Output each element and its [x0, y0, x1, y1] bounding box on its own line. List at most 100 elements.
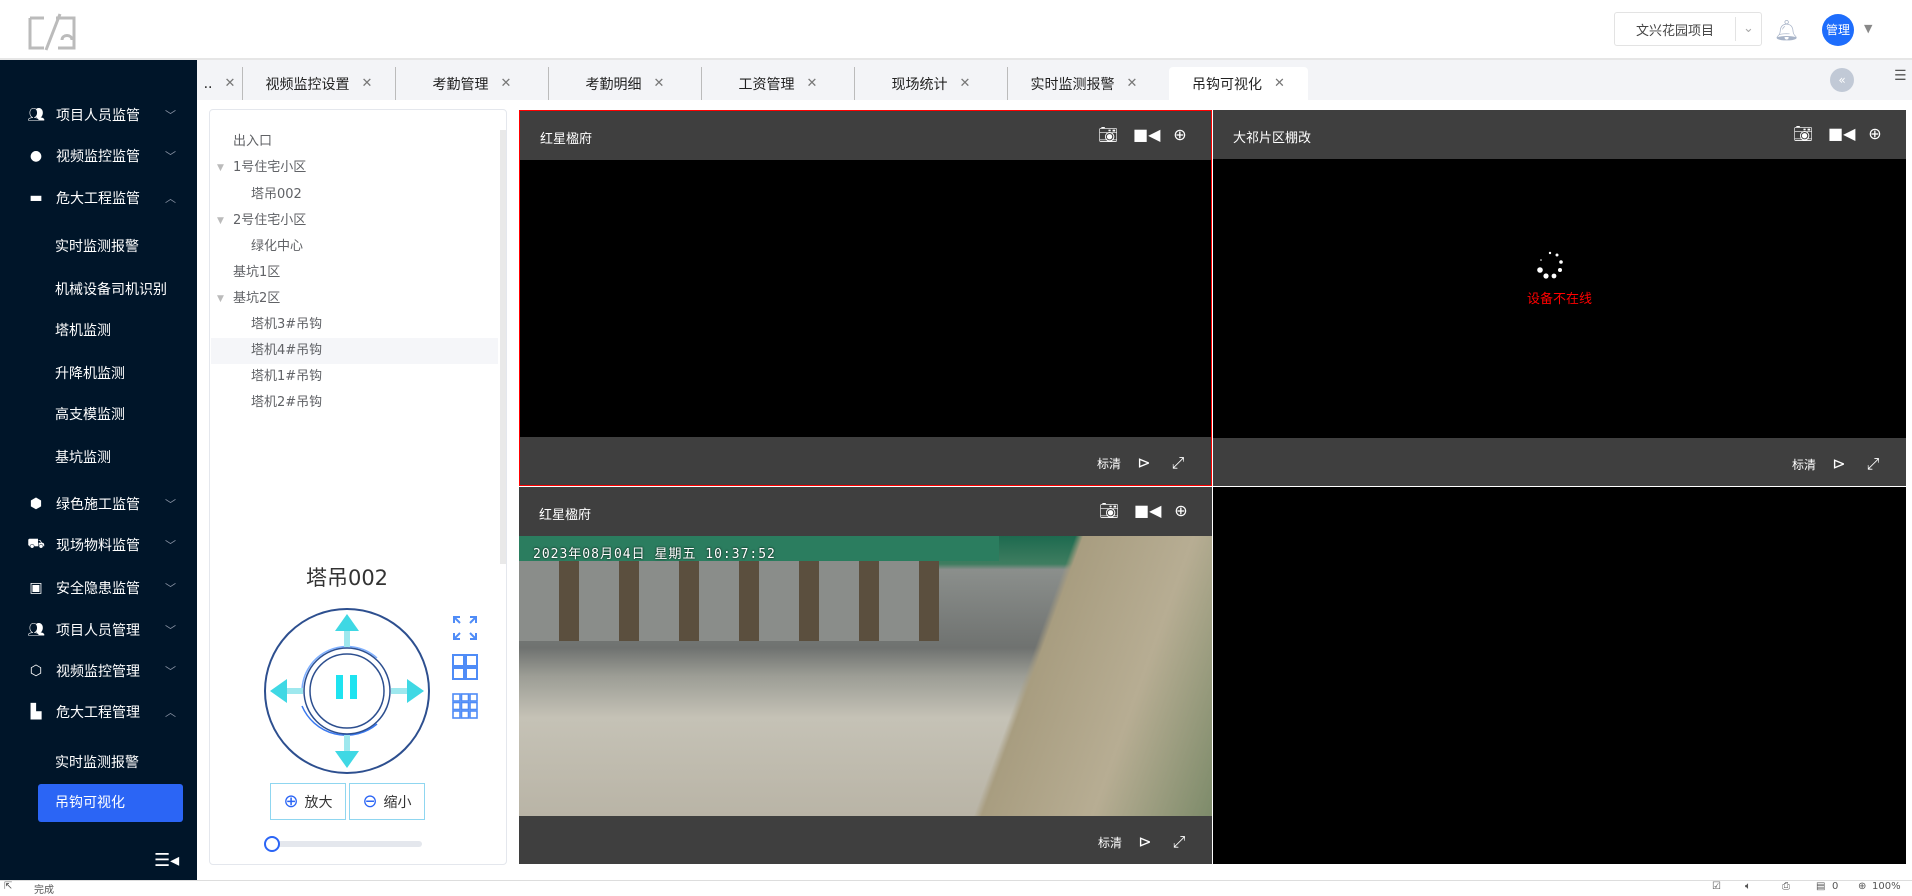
tab-overflow[interactable]: .. ✕ — [197, 67, 242, 100]
sidebar-subitem[interactable]: 升降机监测 — [55, 363, 125, 383]
downloads-icon[interactable]: ▤ — [1816, 881, 1825, 892]
tree-node[interactable]: 塔机3#吊钩 — [211, 312, 498, 338]
quality-selector[interactable]: 标清 — [1097, 455, 1121, 472]
zoom-icon[interactable]: ⊕ — [1169, 125, 1191, 145]
tree-node[interactable]: 塔机1#吊钩 — [211, 364, 498, 390]
print-icon[interactable]: ⎙ — [1782, 881, 1790, 892]
caret-down-icon[interactable]: ▼ — [217, 286, 224, 312]
camera-snapshot-icon[interactable]: 📷︎ — [1098, 501, 1120, 521]
zoom-in-icon: ⊕ — [283, 791, 299, 812]
video-cell[interactable]: 2023年08月04日 星期五 10:37:52 红星楹府 📷︎ ■◀ ⊕ 标清 ⊳ ⤢ — [519, 487, 1212, 864]
sidebar-item-hazard-supervision[interactable]: ▬ 危大工程监管 ︿ — [0, 180, 197, 216]
close-icon[interactable]: ✕ — [501, 76, 512, 91]
tab-attendance[interactable]: 考勤管理 ✕ — [395, 67, 548, 100]
project-select[interactable]: 文兴花园项目 ⌄ — [1614, 12, 1762, 46]
grid-2x2-icon[interactable] — [452, 654, 478, 680]
replay-icon[interactable]: ⊳ — [1828, 454, 1850, 474]
tab-salary[interactable]: 工资管理 ✕ — [701, 67, 854, 100]
tree-scrollbar[interactable] — [500, 130, 506, 564]
speed-slider-handle[interactable] — [264, 836, 280, 852]
caret-down-icon[interactable]: ▼ — [217, 155, 224, 181]
zoom-in-button[interactable]: ⊕ 放大 — [270, 783, 346, 820]
ptz-joystick[interactable] — [262, 606, 432, 776]
tab-label: .. — [203, 75, 213, 92]
collapse-tabs-button[interactable]: « — [1830, 68, 1854, 92]
close-icon[interactable]: ✕ — [960, 76, 971, 91]
camera-snapshot-icon[interactable]: 📷︎ — [1097, 125, 1119, 145]
close-icon[interactable]: ✕ — [225, 76, 236, 91]
sidebar-item-video-supervision[interactable]: ● 视频监控监管 ﹀ — [0, 138, 197, 174]
close-icon[interactable]: ✕ — [1127, 76, 1138, 91]
zoom-icon[interactable]: ⊕ — [1864, 124, 1886, 144]
collapse-menu-icon[interactable]: ☰◂ — [154, 850, 179, 871]
tree-node[interactable]: ▼ 2号住宅小区 — [211, 208, 498, 234]
tree-node[interactable]: 出入口 — [211, 129, 498, 155]
sidebar-subitem[interactable]: 实时监测报警 — [55, 236, 139, 256]
video-cell[interactable]: 红星楹府 📷︎ ■◀ ⊕ 标清 ⊳ ⤢ — [519, 110, 1212, 486]
fullscreen-icon[interactable]: ⤢ — [1168, 832, 1190, 852]
tab-site-stats[interactable]: 现场统计 ✕ — [854, 67, 1007, 100]
zoom-icon[interactable]: ⊕ — [1170, 501, 1192, 521]
close-icon[interactable]: ✕ — [1274, 76, 1285, 91]
quality-selector[interactable]: 标清 — [1792, 456, 1816, 473]
sidebar-item-green-construction[interactable]: ⬢ 绿色施工监管 ﹀ — [0, 486, 197, 522]
tree-node-highlighted[interactable]: 塔机4#吊钩 — [211, 338, 498, 364]
video-cell-empty[interactable] — [1213, 487, 1906, 864]
camera-snapshot-icon[interactable]: 📷︎ — [1792, 124, 1814, 144]
tab-bar: .. ✕ 视频监控设置 ✕ 考勤管理 ✕ 考勤明细 ✕ 工资管理 ✕ 现场统计 ✕ 实时监测… — [197, 60, 1912, 100]
tab-video-settings[interactable]: 视频监控设置 ✕ — [242, 67, 395, 100]
close-icon[interactable]: ✕ — [362, 76, 373, 91]
tab-hook-visualization[interactable]: 吊钩可视化 ✕ — [1169, 67, 1308, 100]
avatar[interactable]: 管理 — [1822, 14, 1854, 46]
sidebar-subitem[interactable]: 基坑监测 — [55, 447, 111, 467]
fullscreen-icon[interactable]: ⤢ — [1862, 454, 1884, 474]
speaker-icon[interactable]: 🔈︎ — [1745, 881, 1751, 892]
shield-check-icon[interactable]: ☑ — [1712, 881, 1721, 892]
sidebar-subitem[interactable]: 实时监测报警 — [55, 752, 139, 772]
sidebar-subitem-active[interactable]: 吊钩可视化 — [38, 784, 183, 822]
sidebar-subitem[interactable]: 塔机监测 — [55, 320, 111, 340]
close-icon[interactable]: ✕ — [807, 76, 818, 91]
replay-icon[interactable]: ⊳ — [1134, 832, 1156, 852]
replay-icon[interactable]: ⊳ — [1133, 453, 1155, 473]
sidebar-item-project-staff-supervision[interactable]: 👥︎ 项目人员监管 ﹀ — [0, 97, 197, 133]
sidebar-item-materials[interactable]: ⛟ 现场物料监管 ﹀ — [0, 527, 197, 563]
close-icon[interactable]: ✕ — [654, 76, 665, 91]
speed-slider-track[interactable] — [271, 841, 422, 847]
zoom-out-label: 缩小 — [383, 794, 412, 811]
tree-node-label: 塔机4#吊钩 — [251, 343, 323, 358]
tree-node-label: 2号住宅小区 — [233, 213, 307, 228]
sidebar-item-hazard-management[interactable]: ▙ 危大工程管理 ︿ — [0, 694, 197, 730]
sidebar-item-label: 现场物料监管 — [56, 538, 140, 554]
sidebar-subitem[interactable]: 高支模监测 — [55, 404, 125, 424]
record-icon[interactable]: ■◀ — [1134, 501, 1161, 521]
record-icon[interactable]: ■◀ — [1828, 124, 1855, 144]
fullscreen-icon[interactable]: ⤢ — [1167, 453, 1189, 473]
record-icon[interactable]: ■◀ — [1133, 125, 1160, 145]
caret-down-icon[interactable]: ▼ — [1864, 22, 1872, 35]
tree-node[interactable]: ▼ 基坑2区 — [211, 286, 498, 312]
tree-node[interactable]: ▼ 1号住宅小区 — [211, 155, 498, 181]
live-video-feed[interactable]: 2023年08月04日 星期五 10:37:52 — [519, 536, 1212, 816]
fullscreen-icon[interactable] — [452, 615, 478, 641]
sidebar-item-staff-management[interactable]: 👥︎ 项目人员管理 ﹀ — [0, 612, 197, 648]
zoom-level-icon[interactable]: ⊕ — [1858, 881, 1866, 892]
users-icon: 👥︎ — [27, 622, 45, 638]
bell-icon[interactable]: 🔔︎ — [1774, 18, 1799, 42]
zoom-level[interactable]: 100% — [1872, 881, 1901, 892]
tree-node[interactable]: 塔机2#吊钩 — [211, 390, 498, 416]
sidebar-item-video-management[interactable]: ⬡ 视频监控管理 ﹀ — [0, 653, 197, 689]
zoom-out-button[interactable]: ⊖ 缩小 — [349, 783, 425, 820]
sidebar-item-safety-hazards[interactable]: ▣ 安全隐患监管 ﹀ — [0, 570, 197, 606]
tree-node[interactable]: 基坑1区 — [211, 260, 498, 286]
tree-node[interactable]: 绿化中心 — [211, 234, 498, 260]
sidebar-subitem[interactable]: 机械设备司机识别 — [55, 279, 167, 299]
tab-attendance-detail[interactable]: 考勤明细 ✕ — [548, 67, 701, 100]
quality-selector[interactable]: 标清 — [1098, 834, 1122, 851]
tree-node[interactable]: 塔吊002 — [211, 182, 498, 208]
tab-realtime-alarm[interactable]: 实时监测报警 ✕ — [1007, 67, 1160, 100]
grid-3x3-icon[interactable] — [452, 693, 478, 719]
caret-down-icon[interactable]: ▼ — [217, 208, 224, 234]
more-menu-icon[interactable]: ☰ — [1894, 68, 1907, 84]
video-cell[interactable]: 大祁片区棚改 📷︎ ■◀ ⊕ 设备不在线 标清 ⊳ ⤢ — [1213, 110, 1906, 486]
